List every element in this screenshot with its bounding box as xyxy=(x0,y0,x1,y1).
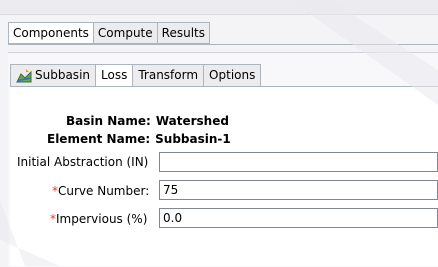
initial-abstraction-input[interactable] xyxy=(159,152,438,172)
curve-number-input[interactable] xyxy=(159,180,438,200)
window-top-strip xyxy=(0,0,438,15)
initial-abstraction-label: Initial Abstraction (IN) xyxy=(17,155,149,169)
outer-tab-divider xyxy=(8,44,438,45)
element-name-row: Element Name: Subbasin-1 xyxy=(47,132,231,146)
basin-name-value: Watershed xyxy=(155,114,229,128)
impervious-input[interactable] xyxy=(159,208,438,228)
tab-options[interactable]: Options xyxy=(204,64,262,87)
inner-tab-bar: Subbasin Loss Transform Options xyxy=(10,64,262,87)
impervious-label: Impervious (%) xyxy=(56,212,148,226)
basin-name-row: Basin Name: Watershed xyxy=(66,114,229,128)
tab-transform[interactable]: Transform xyxy=(133,64,205,87)
basin-name-label: Basin Name: xyxy=(66,114,151,128)
element-name-label: Element Name: xyxy=(47,132,151,146)
tab-subbasin[interactable]: Subbasin xyxy=(10,64,97,87)
curve-number-label: Curve Number: xyxy=(58,184,150,198)
tab-loss[interactable]: Loss xyxy=(96,64,134,87)
tab-subbasin-label: Subbasin xyxy=(35,68,91,82)
initial-abstraction-row: Initial Abstraction (IN) xyxy=(17,155,148,169)
outer-tab-bar: Components Compute Results xyxy=(8,22,210,44)
curve-number-row: * Curve Number: xyxy=(52,184,149,198)
element-name-value: Subbasin-1 xyxy=(155,132,231,146)
subbasin-icon xyxy=(16,68,32,82)
tab-results[interactable]: Results xyxy=(157,22,210,44)
impervious-row: * Impervious (%) xyxy=(50,212,147,226)
tab-components[interactable]: Components xyxy=(8,22,94,44)
tab-compute[interactable]: Compute xyxy=(93,22,158,44)
